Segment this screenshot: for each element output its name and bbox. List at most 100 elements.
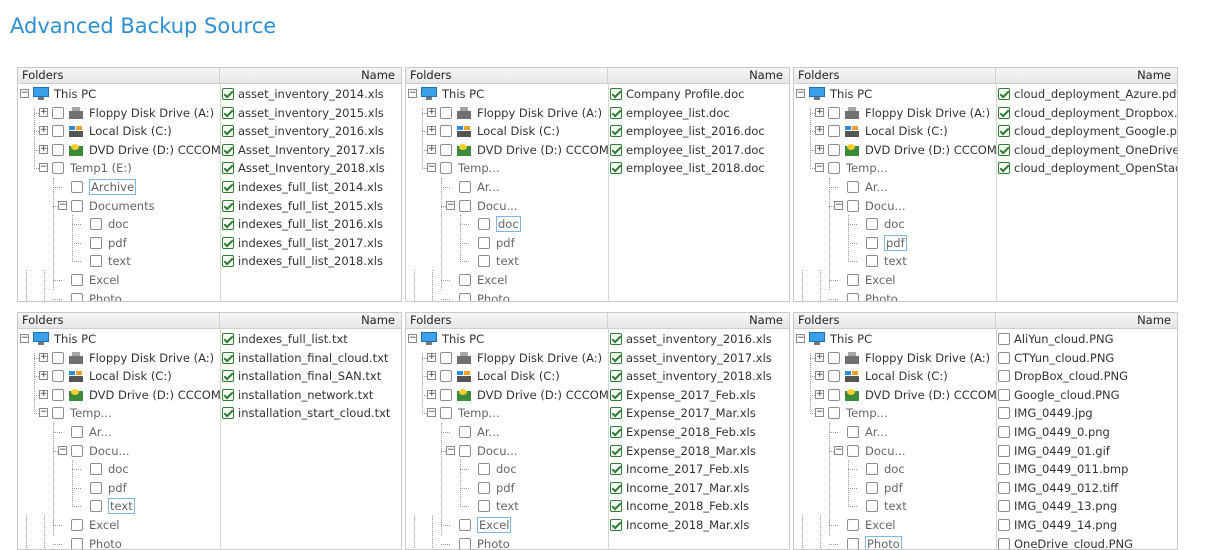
tree-node[interactable]: Ar...: [794, 178, 994, 196]
file-checkbox[interactable]: [222, 162, 234, 175]
file-checkbox[interactable]: [998, 333, 1010, 345]
folder-checkbox[interactable]: [71, 199, 83, 212]
column-header-folders[interactable]: Folders: [406, 68, 608, 84]
collapse-icon[interactable]: −: [408, 334, 417, 343]
file-checkbox[interactable]: [998, 519, 1010, 531]
file-checkbox[interactable]: [222, 199, 234, 212]
collapse-icon[interactable]: −: [39, 408, 48, 418]
tree-node[interactable]: doc: [406, 460, 606, 478]
file-checkbox[interactable]: [222, 351, 234, 364]
file-checkbox[interactable]: [222, 125, 234, 138]
file-checkbox[interactable]: [222, 255, 234, 268]
tree-node[interactable]: + Local Disk (C:): [18, 122, 218, 140]
file-row[interactable]: asset_inventory_2014.xls: [222, 85, 401, 103]
tree-node[interactable]: doc: [794, 215, 994, 233]
folder-checkbox[interactable]: [71, 537, 83, 549]
column-header-name[interactable]: Name: [220, 313, 401, 329]
folder-checkbox[interactable]: [478, 481, 490, 494]
folder-checkbox[interactable]: [459, 519, 471, 531]
tree-node[interactable]: Excel: [794, 271, 994, 289]
file-row[interactable]: Expense_2018_Mar.xls: [610, 442, 789, 460]
tree-node[interactable]: − Temp...: [406, 159, 606, 177]
tree-node[interactable]: text: [406, 497, 606, 515]
tree-node[interactable]: − Docu...: [406, 442, 606, 460]
column-header-name[interactable]: Name: [220, 68, 401, 84]
tree-node[interactable]: Excel: [18, 271, 218, 289]
column-header-name[interactable]: Name: [608, 68, 789, 84]
collapse-icon[interactable]: −: [446, 200, 455, 210]
file-checkbox[interactable]: [998, 143, 1010, 156]
file-row[interactable]: asset_inventory_2016.xls: [222, 122, 401, 140]
folder-checkbox[interactable]: [828, 106, 840, 119]
file-row[interactable]: Income_2017_Feb.xls: [610, 460, 789, 478]
folder-checkbox[interactable]: [847, 181, 859, 193]
file-checkbox[interactable]: [222, 370, 234, 383]
folder-checkbox[interactable]: [440, 407, 452, 420]
file-row[interactable]: employee_list_2018.doc: [610, 159, 789, 177]
collapse-icon[interactable]: −: [39, 163, 48, 173]
folder-checkbox[interactable]: [71, 274, 83, 286]
expand-icon[interactable]: +: [815, 144, 824, 154]
folder-checkbox[interactable]: [459, 199, 471, 212]
tree-node[interactable]: + DVD Drive (D:) CCCOMA_X64FRE_EN-US_DV9: [18, 386, 220, 404]
tree-node[interactable]: + Floppy Disk Drive (A:): [406, 104, 606, 122]
file-row[interactable]: installation_final_SAN.txt: [222, 367, 401, 385]
folder-checkbox[interactable]: [71, 519, 83, 531]
file-row[interactable]: indexes_full_list_2014.xls: [222, 178, 401, 196]
tree-node[interactable]: + Floppy Disk Drive (A:): [18, 349, 218, 367]
file-checkbox[interactable]: [222, 407, 234, 420]
folder-checkbox[interactable]: [459, 181, 471, 193]
file-checkbox[interactable]: [998, 351, 1010, 364]
tree-node[interactable]: pdf: [18, 234, 218, 252]
tree-node[interactable]: pdf: [18, 479, 218, 497]
file-checkbox[interactable]: [998, 500, 1010, 513]
tree-node[interactable]: − Temp...: [794, 404, 994, 422]
tree-node[interactable]: Ar...: [794, 423, 994, 441]
tree-node[interactable]: doc: [18, 460, 218, 478]
folder-checkbox[interactable]: [90, 218, 102, 231]
tree-node[interactable]: Excel: [406, 271, 606, 289]
file-row[interactable]: IMG_0449_01.gif: [998, 442, 1177, 460]
tree-node[interactable]: − Temp1 (E:): [18, 159, 218, 177]
folder-checkbox[interactable]: [440, 162, 452, 175]
file-row[interactable]: CTYun_cloud.PNG: [998, 349, 1177, 367]
folder-checkbox[interactable]: [478, 500, 490, 513]
file-checkbox[interactable]: [610, 388, 622, 401]
expand-icon[interactable]: +: [39, 126, 48, 136]
expand-icon[interactable]: +: [427, 107, 436, 117]
file-row[interactable]: employee_list.doc: [610, 104, 789, 122]
file-row[interactable]: IMG_0449.jpg: [998, 404, 1177, 422]
folder-checkbox[interactable]: [90, 255, 102, 268]
tree-node[interactable]: + Local Disk (C:): [406, 367, 606, 385]
expand-icon[interactable]: +: [815, 352, 824, 362]
tree-node[interactable]: + Local Disk (C:): [18, 367, 218, 385]
file-row[interactable]: installation_network.txt: [222, 386, 401, 404]
collapse-icon[interactable]: −: [446, 445, 455, 455]
expand-icon[interactable]: +: [427, 371, 436, 381]
file-checkbox[interactable]: [222, 388, 234, 401]
tree-node[interactable]: doc: [406, 215, 606, 233]
folder-checkbox[interactable]: [459, 444, 471, 457]
file-checkbox[interactable]: [610, 463, 622, 476]
expand-icon[interactable]: +: [815, 389, 824, 399]
file-checkbox[interactable]: [222, 88, 234, 100]
column-header-folders[interactable]: Folders: [794, 68, 996, 84]
file-checkbox[interactable]: [610, 426, 622, 438]
folder-checkbox[interactable]: [459, 292, 471, 301]
folder-checkbox[interactable]: [440, 351, 452, 364]
file-row[interactable]: asset_inventory_2015.xls: [222, 104, 401, 122]
folder-checkbox[interactable]: [52, 388, 64, 401]
file-checkbox[interactable]: [222, 218, 234, 231]
folder-checkbox[interactable]: [847, 274, 859, 286]
file-row[interactable]: OneDrive_cloud.PNG: [998, 535, 1177, 549]
file-row[interactable]: cloud_deployment_OneDrive.pdf: [998, 141, 1177, 159]
folder-checkbox[interactable]: [440, 106, 452, 119]
folder-checkbox[interactable]: [847, 537, 859, 549]
expand-icon[interactable]: +: [815, 107, 824, 117]
tree-node[interactable]: + Local Disk (C:): [794, 122, 994, 140]
expand-icon[interactable]: +: [39, 144, 48, 154]
expand-icon[interactable]: +: [427, 389, 436, 399]
folder-checkbox[interactable]: [847, 519, 859, 531]
file-row[interactable]: asset_inventory_2016.xls: [610, 330, 789, 348]
file-checkbox[interactable]: [610, 88, 622, 100]
